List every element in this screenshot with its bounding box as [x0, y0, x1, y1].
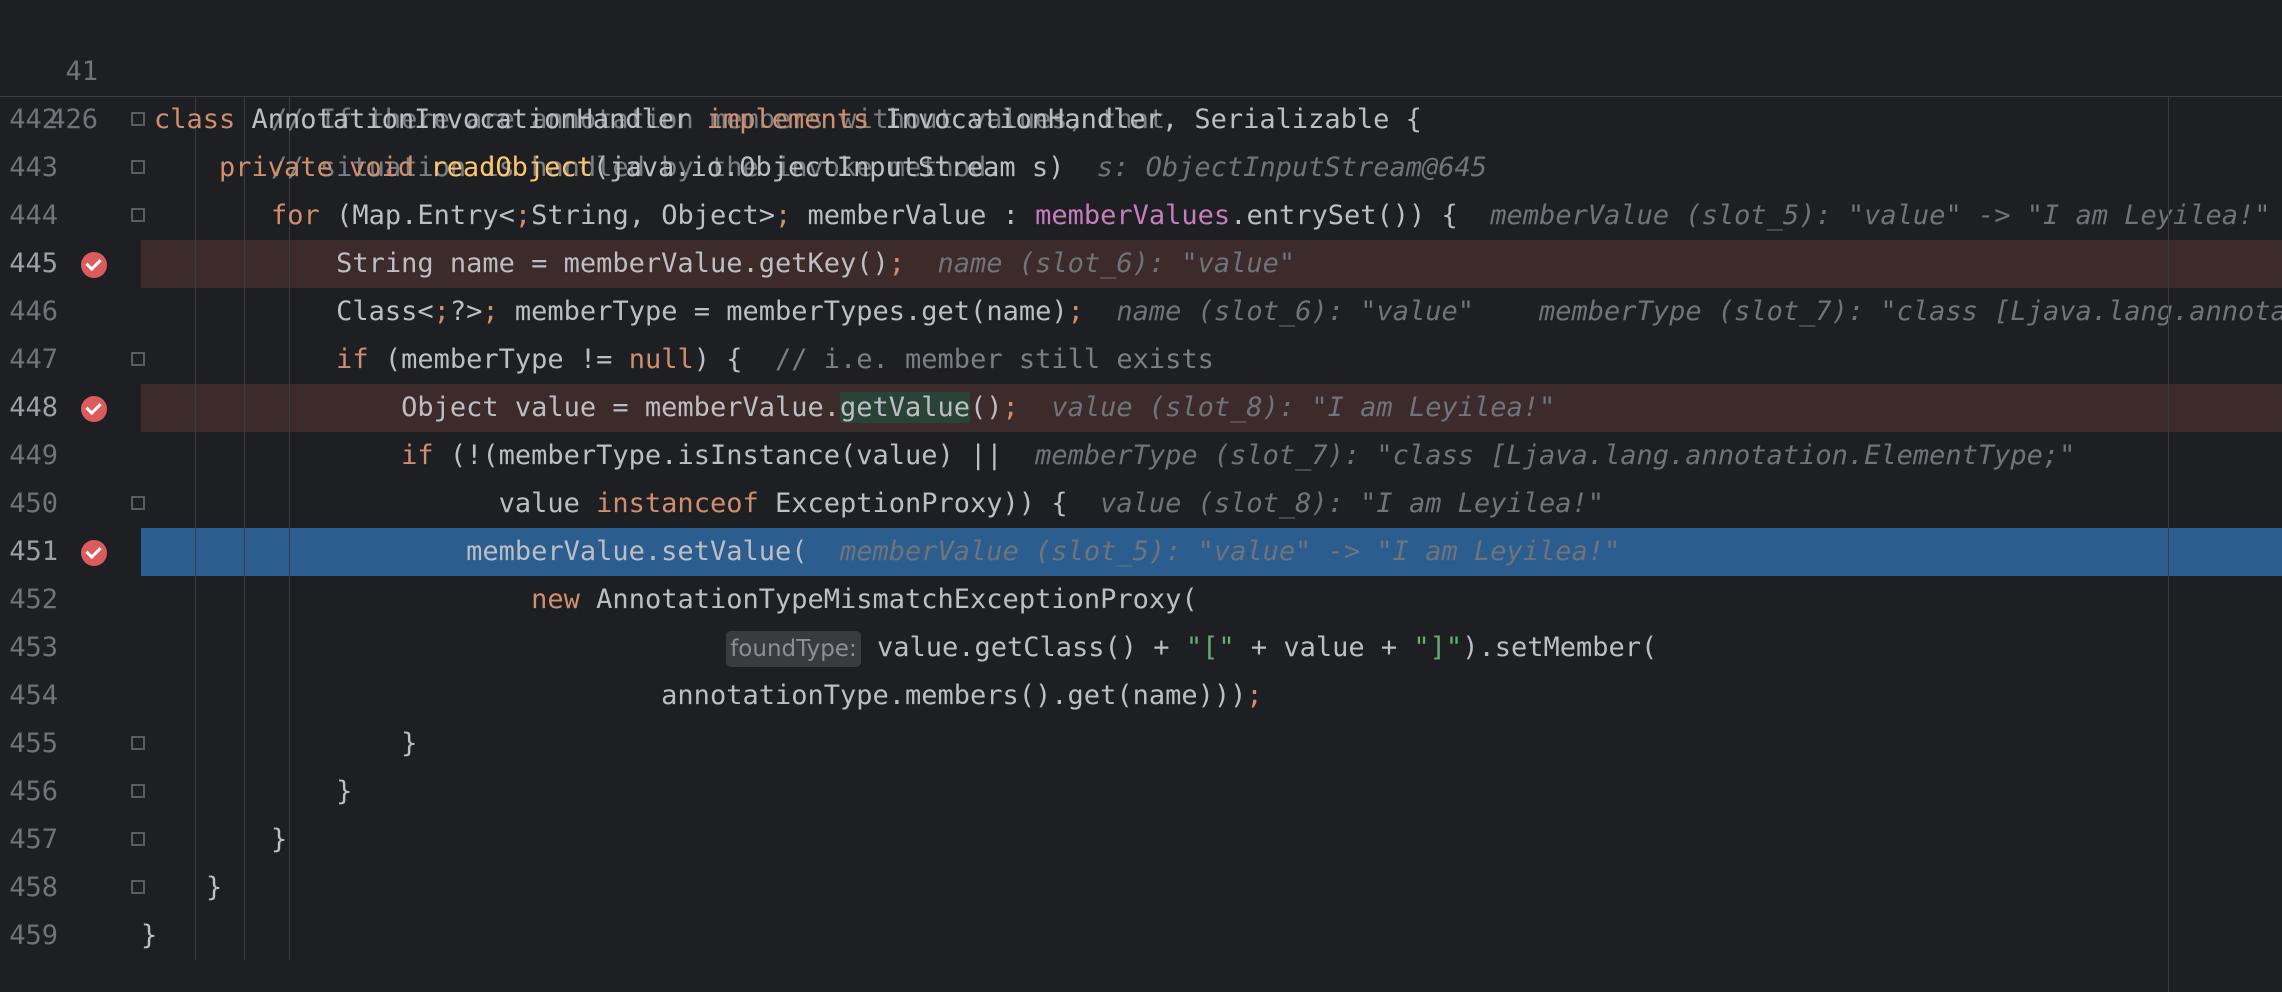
debug-value-hint: name (slot_6): "value" memberType (slot_… — [1116, 296, 2282, 327]
sticky-code: class AnnotationInvocationHandler implem… — [154, 104, 1422, 135]
gutter-line-453[interactable]: 453 — [0, 624, 141, 672]
indent-guide — [289, 912, 290, 960]
code-text: } — [141, 824, 288, 855]
line-number: 449 — [9, 440, 58, 471]
code-line[interactable]: } — [141, 768, 2282, 816]
code-line[interactable]: String name = memberValue.getKey(); name… — [141, 240, 2282, 288]
code-line[interactable]: } — [141, 912, 2282, 960]
code-editor[interactable]: 41 class AnnotationInvocationHandler imp… — [0, 0, 2282, 992]
code-line[interactable]: if (!(memberType.isInstance(value) || me… — [141, 432, 2282, 480]
gutter-line-446[interactable]: 446 — [0, 288, 141, 336]
code-text: new AnnotationTypeMismatchExceptionProxy… — [531, 584, 1198, 615]
code-line[interactable]: value instanceof ExceptionProxy)) { valu… — [141, 480, 2282, 528]
gutter-line-458[interactable]: 458 — [0, 864, 145, 912]
line-number: 450 — [9, 488, 58, 519]
gutter-line-456[interactable]: 456 — [0, 768, 145, 816]
code-text: String name = memberValue.getKey(); name… — [141, 248, 1296, 279]
gutter-line-447[interactable]: 447 — [0, 336, 145, 384]
code-text: } — [141, 776, 353, 807]
line-number: 459 — [9, 920, 58, 951]
code-text: if (memberType != null) { // i.e. member… — [336, 344, 1214, 375]
code-line[interactable]: Class<;?>; memberType = memberTypes.get(… — [141, 288, 2282, 336]
code-line[interactable]: new AnnotationTypeMismatchExceptionProxy… — [141, 576, 2282, 624]
indent-guide — [244, 912, 245, 960]
line-number: 445 — [9, 248, 58, 279]
code-line[interactable]: if (memberType != null) { // i.e. member… — [141, 336, 2282, 384]
sticky-line-class[interactable]: 41 class AnnotationInvocationHandler imp… — [0, 0, 1421, 135]
code-line[interactable]: Object value = memberValue.getValue(); v… — [141, 384, 2282, 432]
indent-guide — [244, 864, 245, 912]
indent-guide — [289, 864, 290, 912]
line-number: 454 — [9, 680, 58, 711]
sticky-line-number: 426 — [49, 104, 98, 135]
code-text: } — [141, 728, 418, 759]
code-text: } — [141, 872, 223, 903]
right-margin-guide — [2168, 96, 2169, 992]
breakpoint-icon[interactable] — [81, 252, 107, 278]
debug-value-hint: value (slot_8): "I am Leyilea!" — [1100, 488, 1605, 519]
code-line[interactable]: annotationType.members().get(name))); — [141, 672, 2282, 720]
gutter-line-459[interactable]: 459 — [0, 912, 141, 960]
gutter-line-451[interactable]: 451 — [0, 528, 141, 576]
code-text: if (!(memberType.isInstance(value) || me… — [401, 440, 2076, 471]
indent-guide — [195, 912, 196, 960]
debug-value-hint: s: ObjectInputStream@645 — [1096, 152, 1487, 183]
code-text: annotationType.members().get(name))); — [141, 680, 1263, 711]
gutter-line-455[interactable]: 455 — [0, 720, 145, 768]
sticky-code: private void readObject(java.io.ObjectIn… — [219, 152, 1487, 183]
code-line[interactable]: } — [141, 816, 2282, 864]
gutter-line-452[interactable]: 452 — [0, 576, 141, 624]
code-lines[interactable]: // If there are annotation members witho… — [141, 96, 2282, 992]
code-line[interactable]: } — [141, 720, 2282, 768]
code-line[interactable]: for (Map.Entry<;String, Object>; memberV… — [141, 192, 2282, 240]
line-number: 455 — [9, 728, 58, 759]
line-number: 447 — [9, 344, 58, 375]
code-text: Class<;?>; memberType = memberTypes.get(… — [141, 288, 2282, 336]
gutter-line-457[interactable]: 457 — [0, 816, 145, 864]
code-text: memberValue.setValue( memberValue (slot_… — [141, 536, 1621, 567]
gutter-line-449[interactable]: 449 — [0, 432, 141, 480]
code-line[interactable]: foundType: value.getClass() + "[" + valu… — [141, 624, 2282, 672]
code-text: } — [141, 920, 158, 951]
breakpoint-icon[interactable] — [81, 540, 107, 566]
parameter-hint: foundType: — [726, 631, 861, 667]
code-text: for (Map.Entry<;String, Object>; memberV… — [271, 200, 2271, 231]
breakpoint-icon[interactable] — [81, 396, 107, 422]
debug-value-hint: memberType (slot_7): "class [Ljava.lang.… — [1035, 440, 2076, 471]
debug-value-hint: value (slot_8): "I am Leyilea!" — [1051, 392, 1556, 423]
indent-guide — [289, 816, 290, 864]
gutter-line-445[interactable]: 445 — [0, 240, 141, 288]
gutter-line-448[interactable]: 448 — [0, 384, 141, 432]
line-number: 451 — [9, 536, 58, 567]
debug-value-hint: memberValue (slot_5): "value" -> "I am L… — [839, 536, 1621, 567]
line-number: 453 — [9, 632, 58, 663]
gutter-line-454[interactable]: 454 — [0, 672, 141, 720]
debug-value-hint: memberValue (slot_5): "value" -> "I am L… — [1490, 200, 2271, 231]
sticky-scroll-header[interactable]: 41 class AnnotationInvocationHandler imp… — [0, 0, 2282, 183]
current-execution-line[interactable]: memberValue.setValue( memberValue (slot_… — [141, 528, 2282, 576]
debug-value-hint: name (slot_6): "value" — [937, 248, 1296, 279]
line-number: 458 — [9, 872, 58, 903]
code-text: foundType: value.getClass() + "[" + valu… — [141, 624, 1657, 672]
code-text: Object value = memberValue.getValue(); v… — [141, 392, 1556, 423]
line-number: 448 — [9, 392, 58, 423]
line-number: 456 — [9, 776, 58, 807]
line-number: 452 — [9, 584, 58, 615]
code-line[interactable]: } — [141, 864, 2282, 912]
gutter-line-450[interactable]: 450 — [0, 480, 145, 528]
code-text: value instanceof ExceptionProxy)) { valu… — [141, 488, 1605, 519]
line-number: 457 — [9, 824, 58, 855]
sticky-line-method[interactable]: 426 private void readObject(java.io.Obje… — [0, 48, 1487, 183]
line-number: 446 — [9, 296, 58, 327]
